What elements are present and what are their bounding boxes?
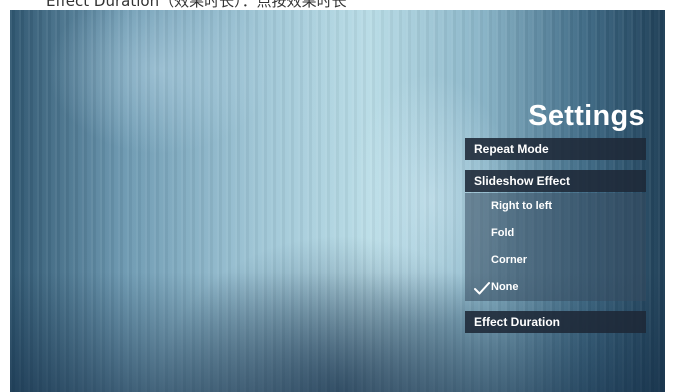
option-corner[interactable]: Corner (465, 247, 646, 274)
option-label: Right to left (491, 200, 553, 212)
option-label: None (491, 281, 519, 293)
effect-duration-label: Effect Duration (474, 315, 561, 329)
settings-screen: Settings Repeat Mode Slideshow Effect Ri… (10, 10, 665, 392)
slideshow-effect-options: Right to left Fold Corner None (465, 193, 646, 301)
slideshow-effect-label: Slideshow Effect (474, 174, 571, 188)
option-fold[interactable]: Fold (465, 220, 646, 247)
page-title: Settings (528, 100, 645, 132)
effect-duration-item[interactable]: Effect Duration (465, 311, 646, 333)
slideshow-effect-item[interactable]: Slideshow Effect (465, 170, 646, 192)
repeat-mode-item[interactable]: Repeat Mode (465, 138, 646, 160)
option-none[interactable]: None (465, 274, 646, 301)
option-label: Corner (491, 254, 528, 266)
repeat-mode-label: Repeat Mode (474, 142, 549, 156)
top-caption: Effect Duration（效果时长）：点按效果时长 (46, 0, 347, 9)
checkmark-icon (474, 282, 490, 295)
option-label: Fold (491, 227, 515, 239)
option-right-to-left[interactable]: Right to left (465, 193, 646, 220)
